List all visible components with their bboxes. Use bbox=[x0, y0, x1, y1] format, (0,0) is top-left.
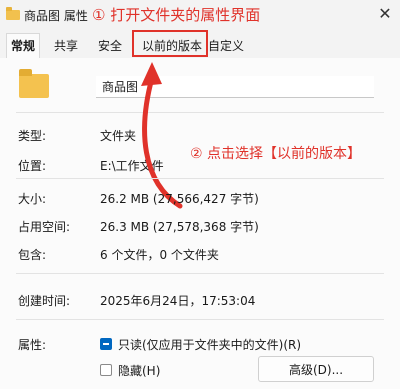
annotation-step2: ② 点击选择【以前的版本】 bbox=[190, 146, 362, 162]
divider bbox=[16, 273, 384, 274]
contains-value: 6 个文件，0 个文件夹 bbox=[100, 248, 219, 262]
annotation-arrow bbox=[141, 62, 183, 209]
advanced-button[interactable]: 高级(D)... bbox=[258, 356, 374, 382]
attributes-label: 属性: bbox=[18, 338, 47, 352]
close-icon[interactable]: ✕ bbox=[376, 4, 394, 24]
divider bbox=[16, 319, 384, 320]
location-label: 位置: bbox=[18, 159, 47, 173]
tab-security[interactable]: 安全 bbox=[94, 34, 126, 58]
tab-customize[interactable]: 自定义 bbox=[204, 34, 248, 58]
contains-label: 包含: bbox=[18, 248, 47, 262]
annotation-step1: ① 打开文件夹的属性界面 bbox=[92, 6, 261, 24]
hidden-checkbox[interactable] bbox=[100, 364, 112, 376]
divider bbox=[16, 112, 384, 113]
window-title: 商品图 属性 bbox=[24, 9, 88, 23]
created-value: 2025年6月24日，17:53:04 bbox=[100, 294, 256, 308]
title-bar: 商品图 属性 ① 打开文件夹的属性界面 ✕ bbox=[0, 0, 400, 32]
folder-icon-large bbox=[19, 69, 49, 98]
divider bbox=[16, 178, 384, 179]
folder-icon bbox=[6, 7, 20, 20]
hidden-label[interactable]: 隐藏(H) bbox=[118, 362, 160, 379]
annotation-highlight-box bbox=[132, 30, 208, 57]
readonly-checkbox[interactable] bbox=[100, 338, 112, 350]
readonly-label[interactable]: 只读(仅应用于文件夹中的文件)(R) bbox=[118, 336, 301, 353]
size-on-disk-value: 26.3 MB (27,578,368 字节) bbox=[100, 220, 259, 234]
size-label: 大小: bbox=[18, 192, 47, 206]
created-label: 创建时间: bbox=[18, 294, 71, 308]
size-value: 26.2 MB (27,566,427 字节) bbox=[100, 192, 259, 206]
tab-sharing[interactable]: 共享 bbox=[50, 34, 82, 58]
size-on-disk-label: 占用空间: bbox=[18, 220, 71, 234]
tab-general[interactable]: 常规 bbox=[6, 33, 41, 59]
type-label: 类型: bbox=[18, 129, 47, 143]
